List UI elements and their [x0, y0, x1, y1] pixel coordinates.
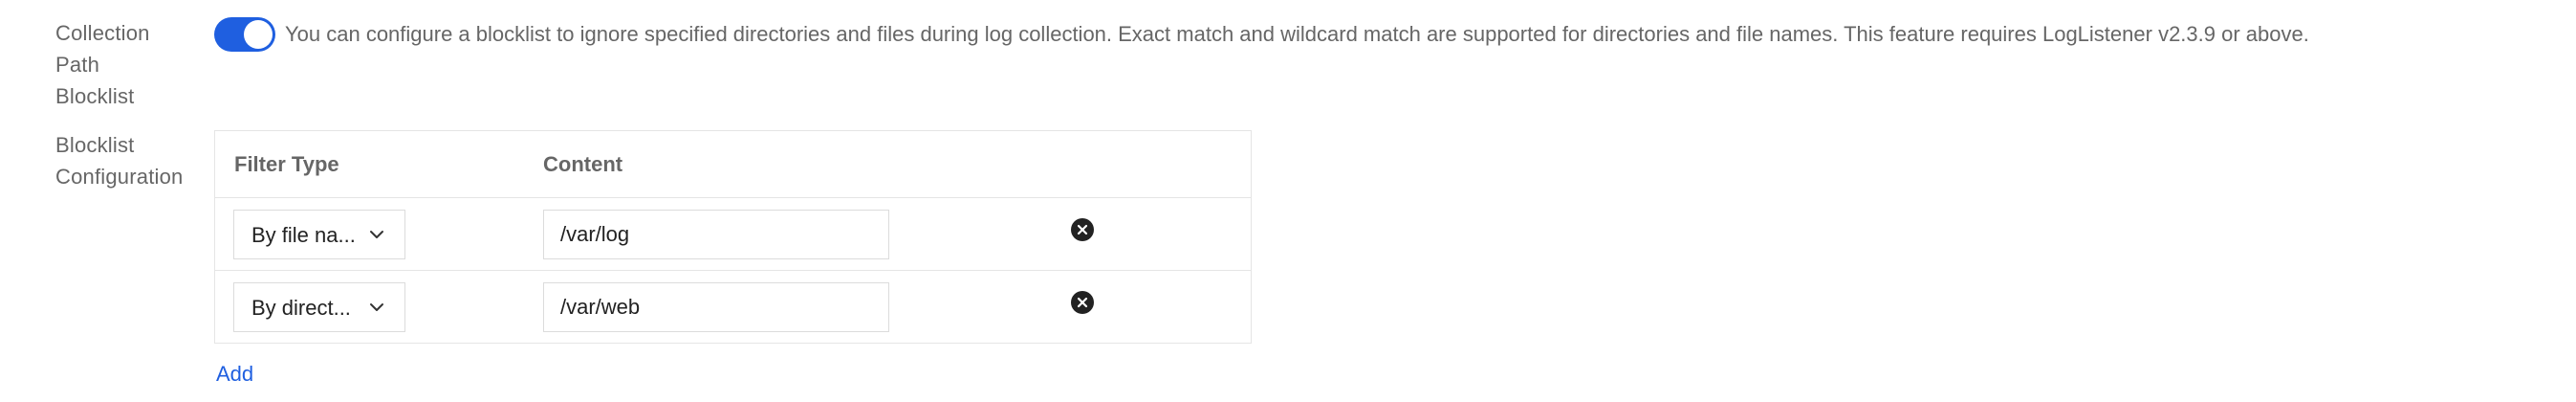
blocklist-toggle[interactable] [214, 17, 275, 52]
chevron-down-icon [370, 231, 383, 238]
label-line: Collection [55, 21, 150, 45]
filter-type-value: By direct... [251, 296, 351, 320]
label-line: Path [55, 53, 100, 77]
toggle-knob [244, 20, 273, 49]
filter-type-select[interactable]: By direct... [233, 282, 405, 332]
close-circle-icon[interactable] [1071, 218, 1094, 241]
filter-type-select[interactable]: By file na... [233, 210, 405, 259]
table-row: By file na... [215, 198, 1251, 271]
blocklist-configuration-label: Blocklist Configuration [55, 129, 199, 192]
table-row: By direct... [215, 271, 1251, 344]
label-line: Configuration [55, 165, 184, 189]
close-circle-icon[interactable] [1071, 291, 1094, 314]
content-input[interactable] [543, 282, 889, 332]
blocklist-description: You can configure a blocklist to ignore … [285, 22, 2309, 46]
table-header: Filter Type Content [215, 131, 1251, 198]
add-blocklist-row-link[interactable]: Add [216, 362, 253, 387]
column-header-content: Content [543, 152, 623, 176]
label-line: Blocklist [55, 133, 135, 157]
column-header-filter-type: Filter Type [234, 152, 339, 176]
content-input[interactable] [543, 210, 889, 259]
blocklist-table: Filter Type Content By file na... By dir… [214, 130, 1252, 344]
label-line: Blocklist [55, 84, 135, 108]
filter-type-value: By file na... [251, 223, 356, 247]
chevron-down-icon [370, 303, 383, 311]
collection-path-blocklist-label: Collection Path Blocklist [55, 17, 199, 112]
